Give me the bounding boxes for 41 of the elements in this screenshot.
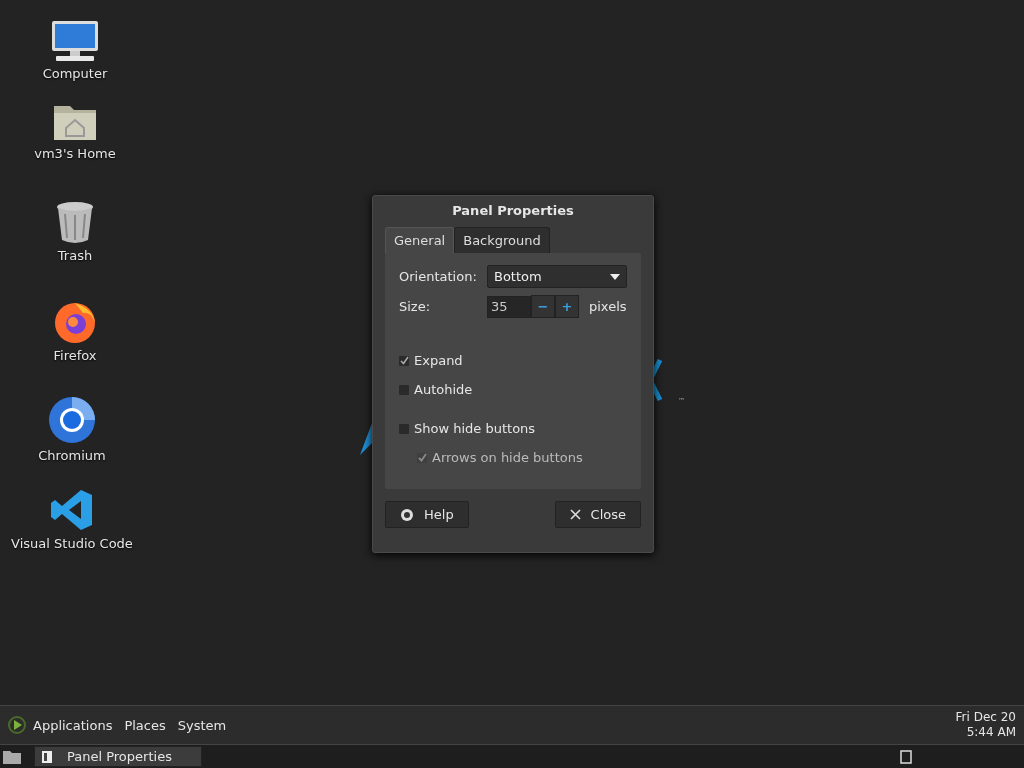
unit-label: pixels <box>589 299 627 314</box>
decrease-button[interactable]: − <box>531 295 555 318</box>
checkbox[interactable] <box>399 423 409 434</box>
checkbox-label[interactable]: Show hide buttons <box>414 421 536 436</box>
clock-date[interactable]: Fri Dec 20 <box>955 710 1016 725</box>
window-icon <box>41 749 53 764</box>
clock-time[interactable]: 5:44 AM <box>966 725 1016 740</box>
desktop-icon-label[interactable]: Visual Studio Code <box>11 536 133 551</box>
orientation-dropdown[interactable]: Bottom <box>487 265 627 288</box>
checkbox[interactable] <box>399 355 409 366</box>
panel-menu[interactable]: System <box>172 717 232 733</box>
desktop-icon-label[interactable]: Computer <box>42 66 108 81</box>
desktop-icon-label[interactable]: vm3's Home <box>34 146 116 161</box>
panel-menu[interactable]: Applications <box>28 717 118 733</box>
help-icon <box>400 507 414 522</box>
window-title: Panel Properties <box>451 202 575 220</box>
checkbox-label[interactable]: Autohide <box>414 382 473 397</box>
trash-icon[interactable] <box>55 200 95 244</box>
panel-menu[interactable]: Places <box>119 717 171 733</box>
close-button[interactable]: Close <box>554 501 641 528</box>
dropdown-arrow-icon <box>610 273 620 280</box>
computer-icon[interactable] <box>50 20 100 62</box>
taskbar-button[interactable]: Panel Properties <box>34 746 202 767</box>
workspace-switcher-icon[interactable] <box>900 749 912 764</box>
show-desktop-icon[interactable] <box>2 748 22 765</box>
chromium-icon[interactable] <box>48 396 96 444</box>
close-icon <box>569 509 581 520</box>
desktop-icon-label[interactable]: Chromium <box>38 448 106 463</box>
tab[interactable]: General <box>385 227 455 253</box>
size-label: Size: <box>399 299 432 314</box>
menu-logo-icon[interactable] <box>8 716 26 734</box>
increase-button[interactable]: + <box>555 295 579 318</box>
desktop-icon-label[interactable]: Trash <box>57 248 93 263</box>
orientation-label: Orientation: <box>399 269 478 284</box>
desktop-icon-label[interactable]: Firefox <box>53 348 97 363</box>
tab[interactable]: Background <box>454 227 550 253</box>
code-editor-icon[interactable] <box>50 488 94 532</box>
help-button[interactable]: Help <box>385 501 469 528</box>
checkbox[interactable] <box>399 384 409 395</box>
size-field[interactable]: 35 <box>487 295 531 318</box>
checkbox-label[interactable]: Expand <box>414 353 463 368</box>
